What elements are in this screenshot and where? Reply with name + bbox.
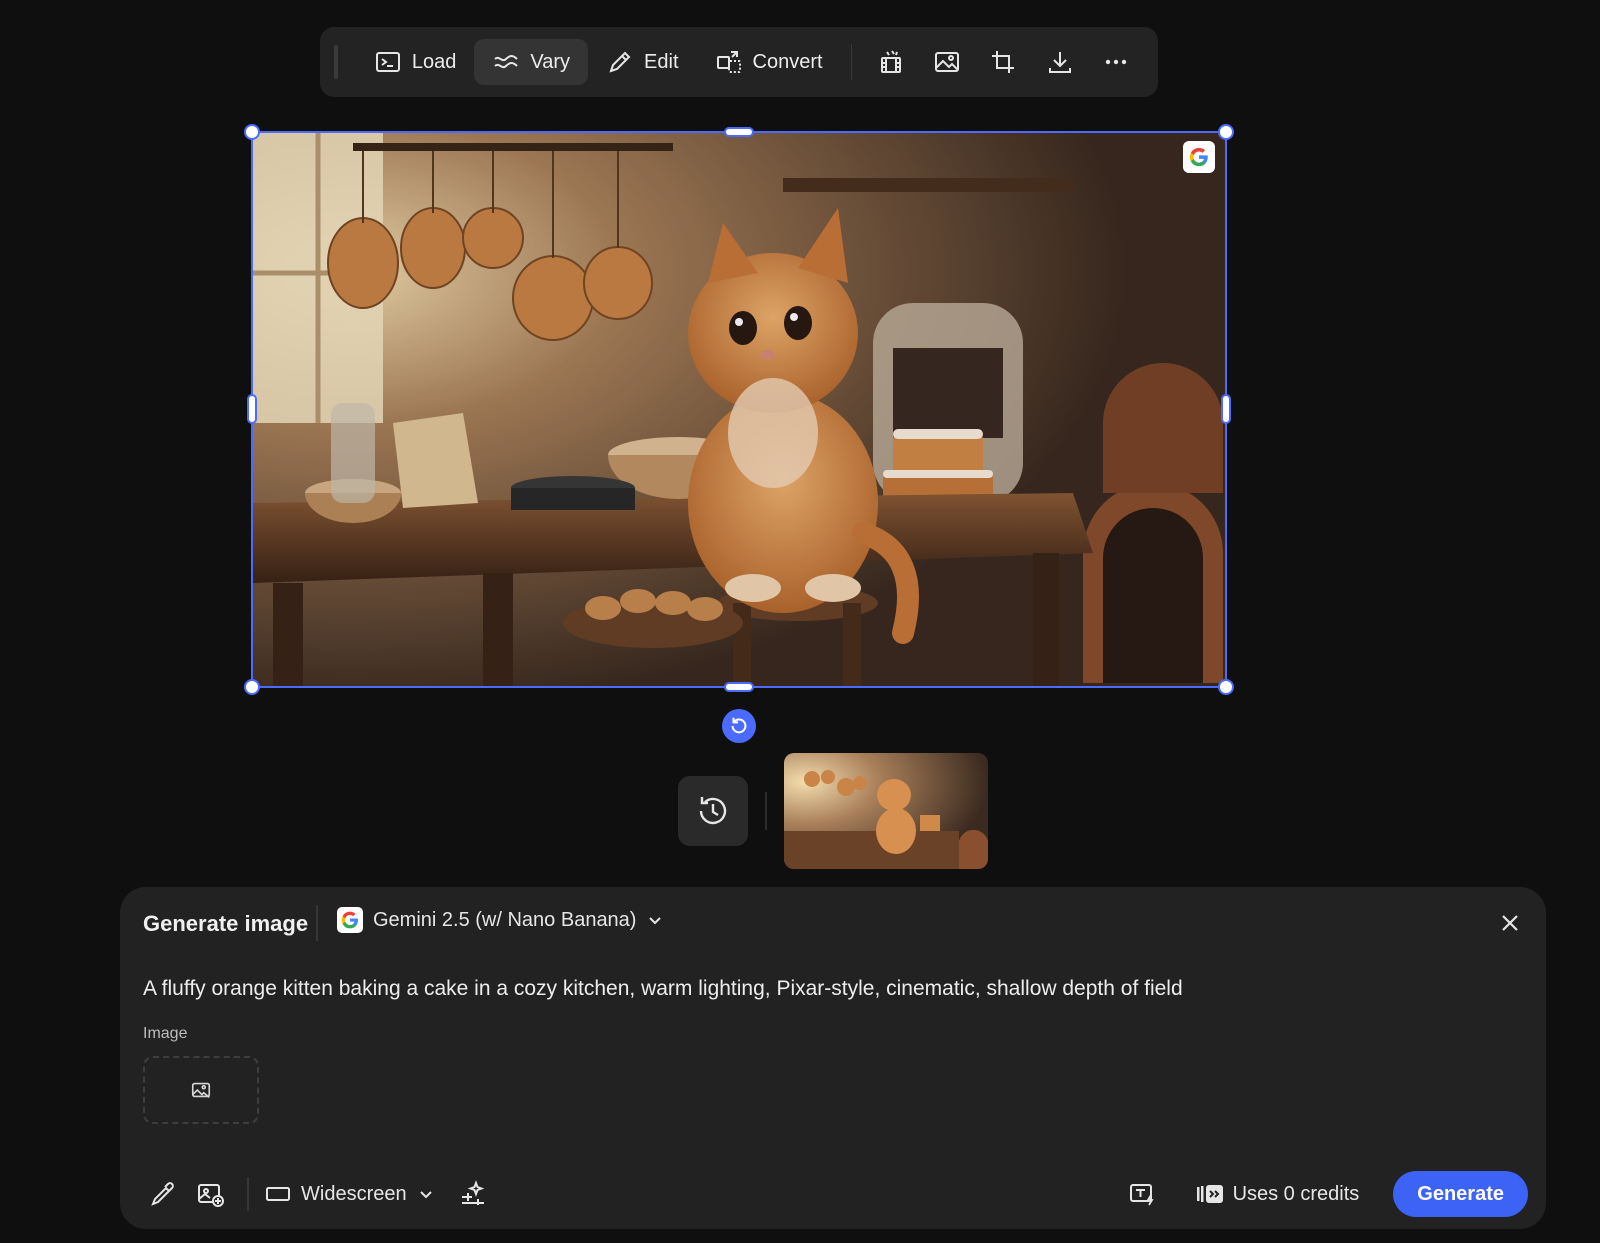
resize-handle-right[interactable] — [1221, 394, 1231, 424]
terminal-icon — [374, 48, 402, 76]
text-effects-button[interactable] — [1123, 1174, 1163, 1214]
more-icon — [1102, 48, 1130, 76]
image-reference-dropzone[interactable] — [143, 1056, 259, 1124]
convert-label: Convert — [752, 50, 823, 73]
history-thumbnail[interactable] — [784, 753, 988, 869]
add-image-icon — [196, 1179, 226, 1209]
history-button[interactable] — [678, 776, 748, 846]
resize-handle-top-right[interactable] — [1218, 124, 1234, 140]
resize-handle-bottom-left[interactable] — [244, 679, 260, 695]
generated-kitten-image — [253, 133, 1225, 686]
load-button[interactable]: Load — [356, 39, 475, 85]
credits-indicator: Uses 0 credits — [1195, 1182, 1360, 1206]
close-panel-button[interactable] — [1496, 909, 1524, 937]
eyedropper-button[interactable] — [143, 1174, 183, 1214]
history-icon — [694, 792, 732, 830]
google-logo-icon — [337, 907, 363, 933]
generate-button[interactable]: Generate — [1393, 1171, 1528, 1217]
animate-icon — [877, 48, 905, 76]
image-icon — [190, 1079, 212, 1101]
generate-image-panel: Generate image Gemini 2.5 (w/ Nano Banan… — [120, 887, 1546, 1229]
crop-button[interactable] — [975, 39, 1031, 85]
google-badge — [1183, 141, 1215, 173]
toolbar-drag-handle[interactable] — [334, 45, 338, 79]
add-image-button[interactable] — [191, 1174, 231, 1214]
download-button[interactable] — [1031, 39, 1087, 85]
model-label: Gemini 2.5 (w/ Nano Banana) — [373, 908, 637, 931]
toolbar-divider — [850, 44, 853, 80]
text-lightning-icon — [1128, 1179, 1158, 1209]
image-button[interactable] — [919, 39, 975, 85]
sparkle-sliders-icon — [458, 1179, 488, 1209]
animate-button[interactable] — [862, 39, 918, 85]
vary-label: Vary — [530, 50, 571, 73]
model-dropdown[interactable]: Gemini 2.5 (w/ Nano Banana) — [337, 907, 664, 933]
credits-label: Uses 0 credits — [1232, 1182, 1360, 1205]
convert-icon — [715, 48, 743, 76]
convert-button[interactable]: Convert — [697, 39, 841, 85]
aspect-ratio-label: Widescreen — [301, 1182, 407, 1205]
google-logo-icon — [1188, 146, 1210, 168]
chevron-down-icon — [646, 911, 664, 929]
prompt-input[interactable]: A fluffy orange kitten baking a cake in … — [143, 977, 1183, 1001]
more-button[interactable] — [1088, 39, 1144, 85]
panel-bottom-bar: Widescreen Uses 0 credits Generate — [143, 1171, 1528, 1217]
panel-title-divider — [316, 905, 318, 941]
resize-handle-top[interactable] — [724, 127, 754, 137]
eyedropper-icon — [148, 1179, 178, 1209]
load-label: Load — [411, 50, 457, 73]
chevron-down-icon — [417, 1185, 435, 1203]
edit-button[interactable]: Edit — [588, 39, 696, 85]
resize-handle-left[interactable] — [247, 394, 257, 424]
vary-button[interactable]: Vary — [474, 39, 589, 85]
wave-icon — [492, 48, 520, 76]
selected-image-frame[interactable] — [244, 124, 1234, 695]
widescreen-icon — [265, 1185, 291, 1203]
crop-icon — [989, 48, 1017, 76]
credits-icon — [1195, 1182, 1225, 1206]
aspect-ratio-dropdown[interactable]: Widescreen — [265, 1183, 435, 1206]
rotate-button[interactable] — [722, 709, 756, 743]
panel-title: Generate image — [143, 911, 309, 936]
bottom-bar-divider — [247, 1177, 249, 1211]
edit-label: Edit — [644, 50, 679, 73]
style-effects-button[interactable] — [453, 1174, 493, 1214]
rotate-icon — [728, 715, 750, 737]
close-icon — [1496, 909, 1524, 937]
image-reference-label: Image — [143, 1025, 188, 1042]
history-divider — [765, 792, 767, 830]
download-icon — [1046, 48, 1074, 76]
resize-handle-top-left[interactable] — [244, 124, 260, 140]
resize-handle-bottom[interactable] — [724, 682, 754, 692]
top-toolbar: Load Vary Edit Convert — [320, 27, 1158, 97]
resize-handle-bottom-right[interactable] — [1218, 679, 1234, 695]
image-icon — [933, 48, 961, 76]
pencil-icon — [606, 48, 634, 76]
